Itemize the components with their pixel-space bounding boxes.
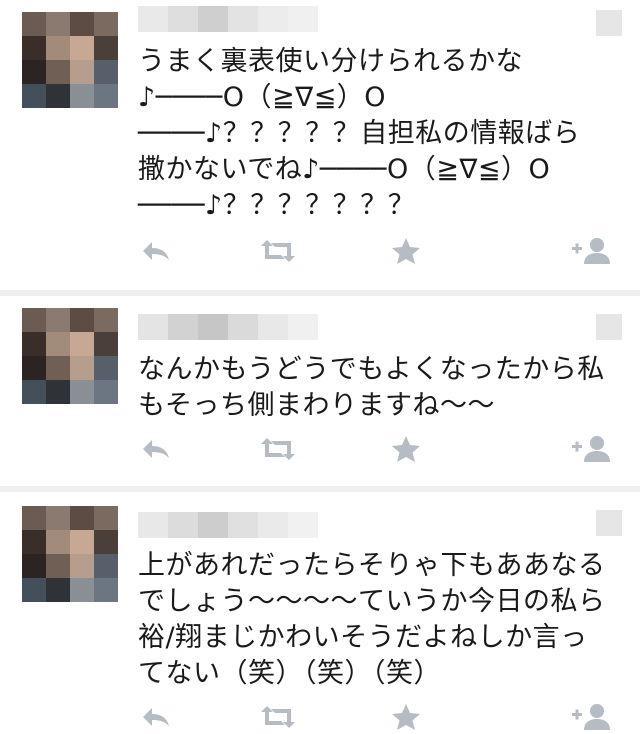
timestamp-blurred (596, 510, 622, 536)
follow-button[interactable] (568, 234, 614, 268)
tweet-text-line: 裕/翔まじかわいそうだよねしか言っ (138, 622, 588, 653)
favorite-button[interactable] (388, 234, 424, 268)
follow-button[interactable] (568, 700, 614, 734)
username-blurred (138, 6, 318, 32)
retweet-arrows-icon (261, 438, 295, 460)
follow-user-plus-icon (572, 238, 610, 264)
timestamp-blurred (596, 10, 622, 36)
username-blurred (138, 314, 318, 340)
retweet-button[interactable] (258, 700, 298, 734)
tweet-text-line: でしょう〜〜〜〜ていうか今日の私ら (138, 586, 606, 617)
avatar[interactable] (22, 506, 118, 602)
star-icon (392, 238, 420, 264)
follow-user-plus-icon (572, 704, 610, 730)
tweet-actions (138, 432, 618, 466)
avatar[interactable] (22, 308, 118, 404)
favorite-button[interactable] (388, 432, 424, 466)
tweet-text: うまく裏表使い分けられるかな ♪────O（≧∇≦）O ────♪？？？？？自担… (138, 44, 618, 224)
timeline: うまく裏表使い分けられるかな ♪────O（≧∇≦）O ────♪？？？？？自担… (0, 0, 640, 732)
retweet-arrows-icon (261, 240, 295, 262)
favorite-button[interactable] (388, 700, 424, 734)
reply-arrow-icon (143, 440, 169, 458)
tweet-actions (138, 700, 618, 734)
timestamp-blurred (596, 314, 622, 340)
reply-button[interactable] (138, 432, 174, 466)
tweet-text: なんかもうどうでもよくなったから私 もそっち側まわりますね〜〜 (138, 352, 618, 424)
tweet-text: 上があれだったらそりゃ下もああなる でしょう〜〜〜〜ていうか今日の私ら 裕/翔ま… (138, 548, 618, 692)
tweet-text-line: ────♪？？？？？？？ (138, 190, 416, 221)
reply-button[interactable] (138, 234, 174, 268)
star-icon (392, 704, 420, 730)
retweet-arrows-icon (261, 706, 295, 728)
tweet-text-line: なんかもうどうでもよくなったから私 (138, 354, 605, 385)
reply-arrow-icon (143, 242, 169, 260)
tweet-card[interactable]: うまく裏表使い分けられるかな ♪────O（≧∇≦）O ────♪？？？？？自担… (0, 0, 640, 290)
tweet-actions (138, 234, 618, 268)
tweet-text-line: うまく裏表使い分けられるかな (138, 46, 523, 77)
tweet-card[interactable]: なんかもうどうでもよくなったから私 もそっち側まわりますね〜〜 (0, 296, 640, 486)
tweet-text-line: てない（笑）（笑）（笑） (138, 658, 441, 689)
avatar[interactable] (22, 12, 118, 108)
follow-button[interactable] (568, 432, 614, 466)
username-blurred (138, 512, 318, 538)
retweet-button[interactable] (258, 432, 298, 466)
reply-button[interactable] (138, 700, 174, 734)
tweet-text-line: 上があれだったらそりゃ下もああなる (138, 550, 606, 581)
tweet-text-line: もそっち側まわりますね〜〜 (138, 390, 495, 421)
tweet-text-line: 撒かないでね♪────O（≧∇≦）O (138, 154, 551, 185)
retweet-button[interactable] (258, 234, 298, 268)
tweet-card[interactable]: 上があれだったらそりゃ下もああなる でしょう〜〜〜〜ていうか今日の私ら 裕/翔ま… (0, 492, 640, 732)
reply-arrow-icon (143, 708, 169, 726)
tweet-text-line: ────♪？？？？？自担私の情報ばら (138, 118, 581, 149)
follow-user-plus-icon (572, 436, 610, 462)
tweet-text-line: ♪────O（≧∇≦）O (138, 82, 387, 113)
star-icon (392, 436, 420, 462)
